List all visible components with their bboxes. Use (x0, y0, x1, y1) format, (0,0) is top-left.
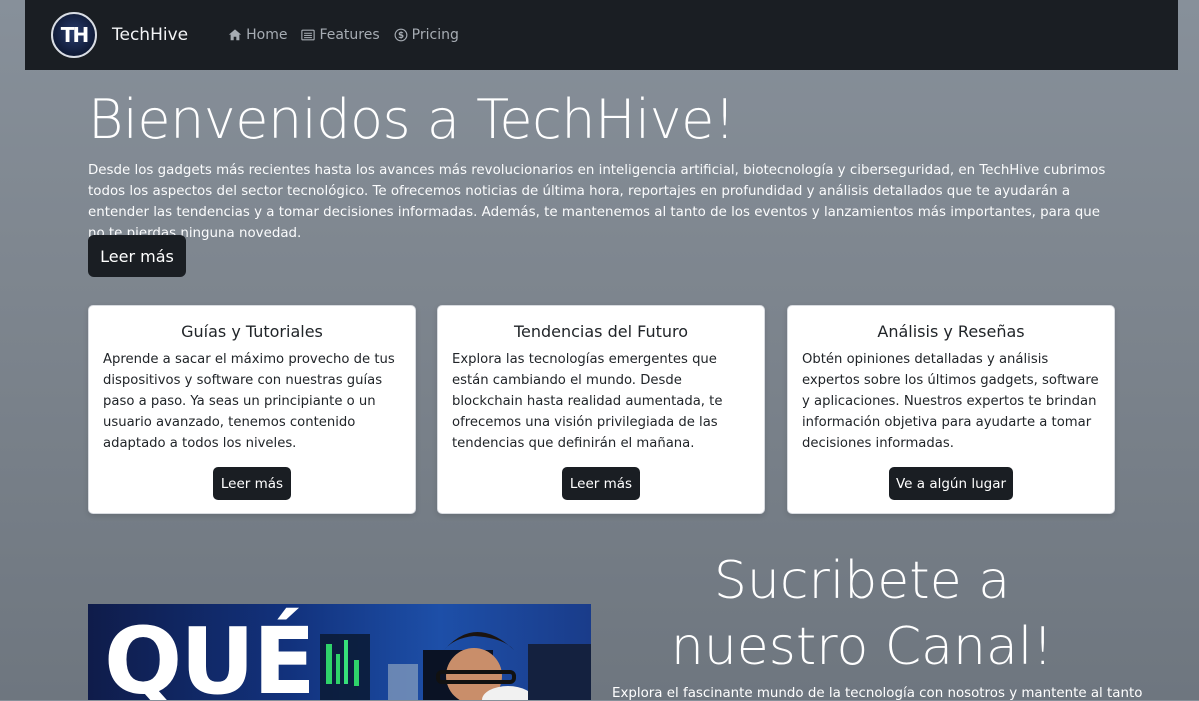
card-read-more-button[interactable]: Leer más (562, 467, 640, 500)
techhive-logo: TH (51, 12, 97, 58)
hero-section: Bienvenidos a TechHive! Desde los gadget… (88, 82, 1118, 244)
nav-link-features[interactable]: Features (301, 27, 380, 43)
card-read-more-button[interactable]: Leer más (213, 467, 291, 500)
navbar: TH TechHive Home Features $ Pricing (25, 0, 1178, 70)
hero-read-more-button[interactable]: Leer más (88, 235, 186, 277)
card-go-somewhere-button[interactable]: Ve a algún lugar (889, 467, 1013, 500)
nav-link-label: Home (246, 27, 288, 43)
card-text: Explora las tecnologías emergentes que e… (452, 352, 723, 451)
hero-title: Bienvenidos a TechHive! (88, 88, 735, 151)
list-icon (301, 28, 316, 42)
nav-link-home[interactable]: Home (228, 27, 287, 43)
card-title: Guías y Tutoriales (181, 322, 323, 341)
card-text: Obtén opiniones detalladas y análisis ex… (802, 352, 1099, 451)
svg-text:$: $ (398, 31, 404, 41)
card-guides: Guías y Tutoriales Aprende a sacar el má… (88, 305, 416, 514)
card-title: Tendencias del Futuro (513, 322, 689, 341)
nav-link-label: Pricing (411, 27, 459, 43)
video-thumbnail-art (320, 632, 591, 700)
brand[interactable]: TH TechHive (51, 12, 188, 58)
video-thumbnail[interactable]: QUÉ (88, 604, 591, 700)
nav-link-pricing[interactable]: $ Pricing (394, 27, 459, 43)
hero-text: Desde los gadgets más recientes hasta lo… (88, 163, 1106, 241)
brand-name[interactable]: TechHive (112, 25, 188, 45)
card-reviews: Análisis y Reseñas Obtén opiniones detal… (787, 305, 1115, 514)
subscribe-title: Sucribete a nuestro Canal! (670, 551, 1054, 677)
subscribe-text: Explora el fascinante mundo de la tecnol… (612, 686, 1143, 701)
card-title: Análisis y Reseñas (877, 322, 1025, 341)
dollar-circle-icon: $ (394, 28, 408, 42)
card-text: Aprende a sacar el máximo provecho de tu… (103, 352, 395, 451)
card-trends: Tendencias del Futuro Explora las tecnol… (437, 305, 765, 514)
house-icon (228, 28, 242, 42)
nav-link-label: Features (319, 27, 380, 43)
nav-links: Home Features $ Pricing (228, 27, 459, 43)
